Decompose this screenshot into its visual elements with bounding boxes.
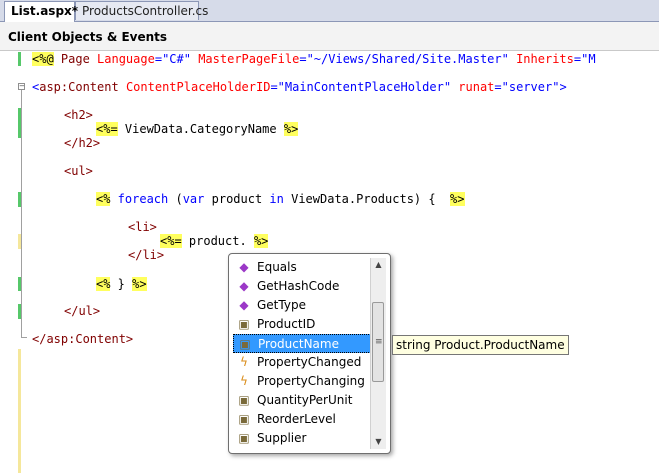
collapse-icon[interactable]: − — [18, 83, 25, 90]
scroll-thumb[interactable]: ≡ — [372, 302, 384, 382]
completion-item-label: Equals — [257, 260, 297, 274]
tab-list-aspx[interactable]: List.aspx* — [4, 1, 78, 22]
method-icon: ◆ — [239, 298, 249, 312]
tab-products-controller[interactable]: ProductsController.cs — [75, 1, 208, 20]
completion-item-label: GetType — [257, 298, 306, 312]
navigation-bar: Client Objects & Events — [0, 22, 659, 51]
completion-scrollbar[interactable]: ▲ ≡ ▼ — [370, 258, 386, 449]
method-icon: ◆ — [239, 279, 249, 293]
completion-list[interactable]: ◆ Equals ◆ GetHashCode ◆ GetType ▣ ProductID ▣ Pr… — [233, 258, 371, 448]
member-tooltip: string Product.ProductName — [392, 335, 569, 355]
code-line: <ul> — [64, 164, 93, 178]
completion-item-label: ProductName — [258, 337, 339, 351]
property-icon: ▣ — [239, 337, 251, 351]
property-icon: ▣ — [238, 393, 250, 407]
property-icon: ▣ — [238, 412, 250, 426]
code-line: <li> — [128, 220, 157, 234]
completion-item-label: ReorderLevel — [257, 412, 336, 426]
scroll-up-icon[interactable]: ▲ — [371, 258, 386, 272]
completion-item-label: PropertyChanging — [257, 374, 365, 388]
completion-item-label: QuantityPerUnit — [257, 393, 353, 407]
completion-item[interactable]: ▣ ProductID — [233, 315, 371, 334]
document-tab-strip: List.aspx* ProductsController.cs — [0, 0, 659, 22]
completion-item[interactable]: ▣ QuantityPerUnit — [233, 391, 371, 410]
code-line: <%= product. %> — [160, 234, 269, 248]
outline-guide — [21, 337, 27, 338]
code-line: <% foreach (var product in ViewData.Prod… — [96, 192, 465, 206]
method-icon: ◆ — [239, 260, 249, 274]
scroll-down-icon[interactable]: ▼ — [371, 435, 386, 449]
grip-icon: ≡ — [375, 337, 383, 347]
completion-item-label: ProductID — [257, 317, 316, 331]
completion-item-label: PropertyChanged — [257, 355, 362, 369]
property-icon: ▣ — [238, 317, 250, 331]
code-line: <asp:Content ContentPlaceHolderID="MainC… — [32, 80, 567, 94]
code-line: </li> — [128, 248, 165, 262]
completion-item[interactable]: ▣ ProductName — [233, 334, 371, 353]
completion-item[interactable]: ϟ PropertyChanging — [233, 372, 371, 391]
code-line: <% } %> — [96, 277, 147, 291]
completion-item[interactable]: ▣ Supplier — [233, 429, 371, 448]
change-bar — [18, 349, 21, 473]
completion-item-label: GetHashCode — [257, 279, 340, 293]
event-icon: ϟ — [240, 374, 248, 388]
completion-item[interactable]: ◆ GetHashCode — [233, 277, 371, 296]
completion-item-label: Supplier — [257, 431, 307, 445]
completion-item[interactable]: ϟ PropertyChanged — [233, 353, 371, 372]
completion-item[interactable]: ▣ ReorderLevel — [233, 410, 371, 429]
code-line: <%@ Page Language="C#" MasterPageFile="~… — [32, 52, 596, 66]
code-line: <h2> — [64, 108, 93, 122]
client-objects-dropdown[interactable]: Client Objects & Events — [8, 30, 167, 44]
intellisense-popup: ◆ Equals ◆ GetHashCode ◆ GetType ▣ ProductID ▣ Pr… — [228, 253, 391, 454]
completion-item[interactable]: ◆ GetType — [233, 296, 371, 315]
outline-guide — [21, 90, 22, 337]
code-line: </asp:Content> — [32, 332, 134, 346]
code-line: </ul> — [64, 304, 101, 318]
code-line: </h2> — [64, 136, 101, 150]
event-icon: ϟ — [240, 355, 248, 369]
property-icon: ▣ — [238, 431, 250, 445]
completion-item[interactable]: ◆ Equals — [233, 258, 371, 277]
change-bar — [18, 52, 21, 66]
code-line: <%= ViewData.CategoryName %> — [96, 122, 299, 136]
